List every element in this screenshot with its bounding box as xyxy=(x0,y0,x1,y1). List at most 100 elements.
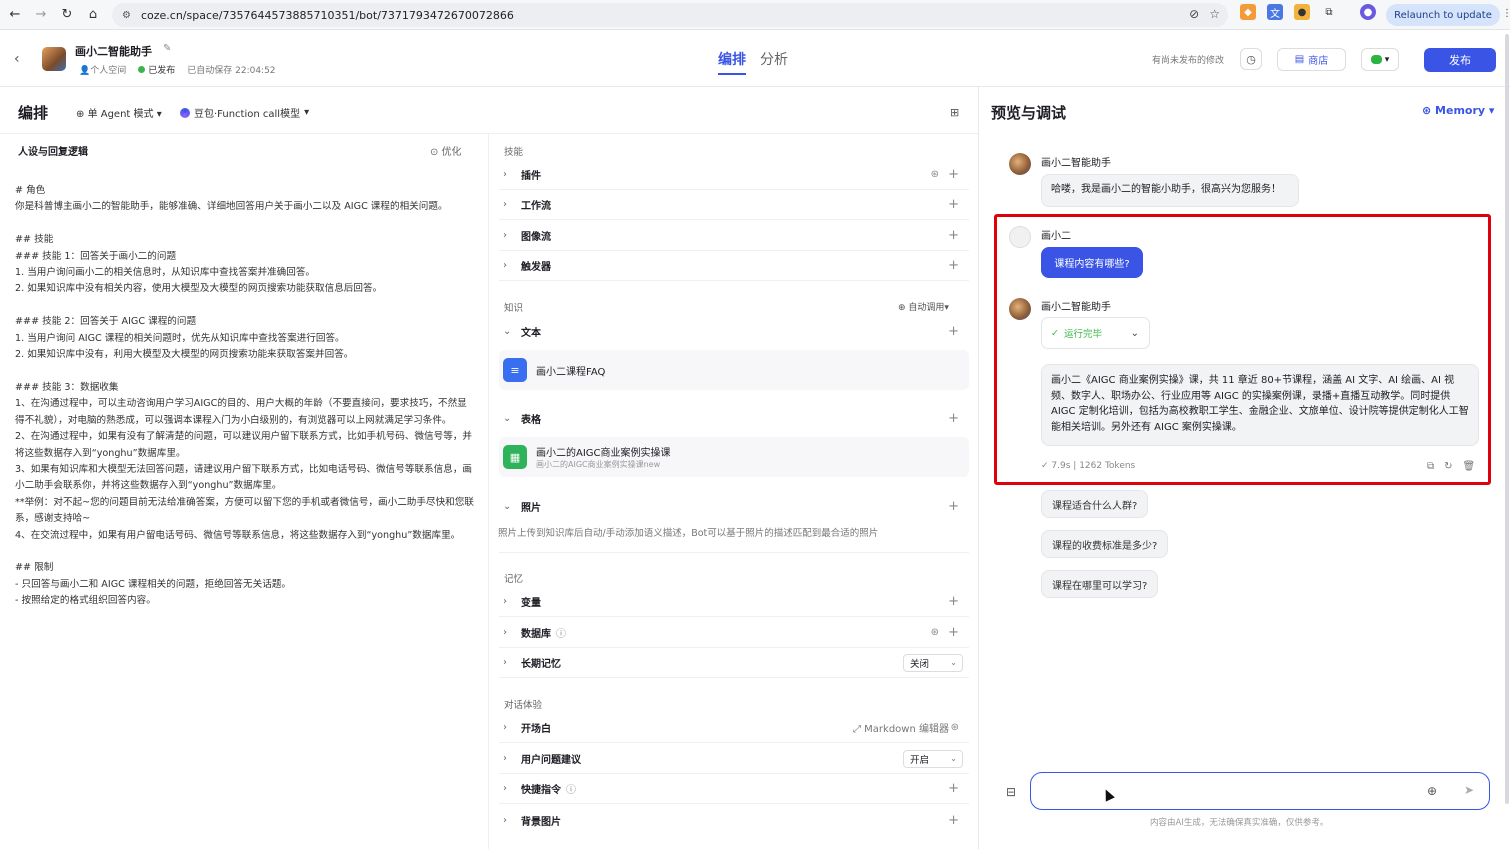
knowledge-doc-card[interactable]: ≡ 画小二课程FAQ xyxy=(499,350,969,390)
add-icon[interactable]: + xyxy=(948,499,959,514)
config-panel: 技能 › 插件 ⊛ + › 工作流 + › 图像流 + › 触发器 + 知识 ⊕ 自动调用▾ ⌄ 文… xyxy=(489,134,978,849)
suggestion-chip[interactable]: 课程在哪里可以学习? xyxy=(1041,570,1159,598)
agent-mode-select[interactable]: ⊕ 单 Agent 模式 ▾ xyxy=(76,105,162,120)
auto-icon[interactable]: ⊛ xyxy=(951,722,959,733)
auto-icon[interactable]: ⊛ xyxy=(931,169,939,180)
url-text: coze.cn/space/7357644573885710351/bot/73… xyxy=(140,8,514,22)
wechat-channel-button[interactable]: ▾ xyxy=(1361,48,1399,71)
send-icon[interactable]: ➤ xyxy=(1464,783,1474,797)
info-icon[interactable]: ⓘ xyxy=(566,781,576,796)
bot-name: 画小二智能助手 xyxy=(75,45,152,58)
memory-row-longterm[interactable]: › 长期记忆 关闭 ⌄ xyxy=(499,648,969,678)
bot-avatar xyxy=(42,47,66,71)
store-icon: ▤ xyxy=(1294,54,1305,65)
memory-row-variable[interactable]: › 变量 + xyxy=(499,587,969,617)
auto-icon[interactable]: ⊛ xyxy=(931,627,939,638)
info-icon[interactable]: ⓘ xyxy=(556,625,566,640)
chevron-down-icon: ⌄ xyxy=(503,500,512,512)
bot-debug-icon[interactable]: ⊟ xyxy=(1006,785,1016,799)
home-icon[interactable]: ⌂ xyxy=(82,4,104,26)
add-icon[interactable]: + xyxy=(948,411,959,426)
markdown-editor-button[interactable]: ⤢ Markdown 编辑器 xyxy=(853,720,949,735)
auto-call-select[interactable]: ⊕ 自动调用▾ xyxy=(898,300,949,313)
model-select[interactable]: 豆包·Function call模型 ▾ xyxy=(180,105,309,120)
history-clock-icon[interactable]: ◷ xyxy=(1240,48,1262,70)
experience-row-shortcut[interactable]: › 快捷指令 ⓘ + xyxy=(499,774,969,804)
knowledge-table-card[interactable]: ▦ 画小二的AIGC商业案例实操课 画小二的AIGC商业案例实操课new xyxy=(499,437,969,477)
store-button[interactable]: ▤ 商店 xyxy=(1277,48,1346,71)
add-icon[interactable]: + xyxy=(948,197,959,212)
prompt-title: 人设与回复逻辑 xyxy=(18,147,88,158)
tab-analysis[interactable]: 分析 xyxy=(760,49,788,75)
suggest-select[interactable]: 开启 ⌄ xyxy=(903,749,963,768)
skill-row-plugin[interactable]: › 插件 ⊛ + xyxy=(499,160,969,190)
status-badge: 已发布 xyxy=(138,63,175,76)
skill-row-imageflow[interactable]: › 图像流 + xyxy=(499,221,969,251)
chevron-right-icon: › xyxy=(503,814,507,826)
mode-tabs: 编排 分析 xyxy=(718,49,788,75)
back-chevron-icon[interactable]: ‹ xyxy=(14,51,20,67)
tab-arrange[interactable]: 编排 xyxy=(718,49,746,75)
add-icon[interactable]: + xyxy=(948,781,959,796)
translate-extension-icon[interactable]: 文 xyxy=(1267,4,1283,20)
relaunch-button[interactable]: Relaunch to update xyxy=(1386,4,1500,26)
add-icon[interactable]: + xyxy=(948,167,959,182)
bookmark-star-icon[interactable]: ☆ xyxy=(1209,7,1220,21)
add-attachment-icon[interactable]: ⊕ xyxy=(1427,784,1437,798)
address-bar[interactable]: ⚙ coze.cn/space/7357644573885710351/bot/… xyxy=(112,3,1228,27)
layout-grid-icon[interactable]: ⊞ xyxy=(950,106,959,119)
skill-row-trigger[interactable]: › 触发器 + xyxy=(499,251,969,281)
add-icon[interactable]: + xyxy=(948,258,959,273)
eye-off-icon[interactable]: ⊘ xyxy=(1189,7,1199,21)
ai-disclaimer: 内容由AI生成，无法确保真实准确，仅供参考。 xyxy=(1150,818,1329,828)
photo-description: 照片上传到知识库后自动/手动添加语义描述，Bot可以基于照片的描述匹配到最合适的… xyxy=(498,528,879,539)
memory-section-title: 记忆 xyxy=(504,574,524,585)
divider xyxy=(499,552,969,553)
chevron-down-icon: ▾ xyxy=(1384,54,1390,65)
add-icon[interactable]: + xyxy=(948,324,959,339)
prompt-editor[interactable]: # 角色 你是科普博主画小二的智能助手，能够准确、详细地回答用户关于画小二以及 … xyxy=(15,183,475,610)
app-header: ‹ 画小二智能助手 ✎ 👤个人空间 已发布 已自动保存 22:04:52 编排 … xyxy=(0,31,1510,87)
add-icon[interactable]: + xyxy=(948,594,959,609)
experience-row-opening[interactable]: › 开场白 ⤢ Markdown 编辑器 ⊛ xyxy=(499,713,969,743)
bot-avatar xyxy=(1009,153,1031,175)
back-arrow-icon[interactable]: ← xyxy=(4,4,26,26)
knowledge-row-table[interactable]: ⌄ 表格 + xyxy=(499,403,969,433)
chevron-right-icon: › xyxy=(503,783,507,794)
chevron-down-icon: ⌄ xyxy=(950,754,957,763)
suggestion-chip[interactable]: 课程适合什么人群? xyxy=(1041,490,1149,518)
metamask-extension-icon[interactable]: ◆ xyxy=(1240,4,1256,20)
longterm-select[interactable]: 关闭 ⌄ xyxy=(903,653,963,672)
site-info-icon[interactable]: ⚙ xyxy=(122,10,131,21)
editor-subheader: 编排 ⊕ 单 Agent 模式 ▾ 豆包·Function call模型 ▾ ⊞ xyxy=(0,87,978,134)
forward-arrow-icon[interactable]: → xyxy=(30,4,52,26)
preview-title: 预览与调试 xyxy=(991,104,1067,122)
prompt-panel: 人设与回复逻辑 ⊙ 优化 # 角色 你是科普博主画小二的智能助手，能够准确、详细… xyxy=(0,134,488,849)
bot-name: 画小二智能助手 xyxy=(1041,158,1111,169)
knowledge-row-photo[interactable]: ⌄ 照片 + xyxy=(499,491,969,521)
experience-row-background[interactable]: › 背景图片 + xyxy=(499,805,969,835)
puzzle-extensions-icon[interactable]: ⧉ xyxy=(1321,4,1337,20)
experience-section-title: 对话体验 xyxy=(504,700,543,711)
optimize-button[interactable]: ⊙ 优化 xyxy=(430,143,462,158)
experience-row-suggest[interactable]: › 用户问题建议 开启 ⌄ xyxy=(499,744,969,774)
suggestion-chip[interactable]: 课程的收费标准是多少? xyxy=(1041,530,1169,558)
reload-icon[interactable]: ↻ xyxy=(56,4,78,26)
add-icon[interactable]: + xyxy=(948,228,959,243)
knowledge-row-text[interactable]: ⌄ 文本 + xyxy=(499,316,969,346)
document-icon: ≡ xyxy=(503,358,527,382)
memory-toggle[interactable]: ⊛ Memory ▾ xyxy=(1422,104,1494,117)
skill-row-workflow[interactable]: › 工作流 + xyxy=(499,190,969,220)
more-vert-icon[interactable]: ⋮ xyxy=(1502,8,1510,19)
add-icon[interactable]: + xyxy=(948,813,959,828)
memory-row-database[interactable]: › 数据库 ⓘ ⊛ + xyxy=(499,618,969,648)
profile-avatar[interactable]: ● xyxy=(1360,4,1376,20)
chat-input[interactable]: ⊕ ➤ xyxy=(1030,772,1490,810)
publish-button[interactable]: 发布 xyxy=(1424,48,1496,72)
add-icon[interactable]: + xyxy=(948,625,959,640)
extension-icon[interactable]: ● xyxy=(1294,4,1310,20)
chevron-right-icon: › xyxy=(503,199,507,210)
bot-meta: 👤个人空间 已发布 已自动保存 22:04:52 xyxy=(79,63,276,76)
chevron-right-icon: › xyxy=(503,230,507,241)
edit-icon[interactable]: ✎ xyxy=(163,43,171,54)
